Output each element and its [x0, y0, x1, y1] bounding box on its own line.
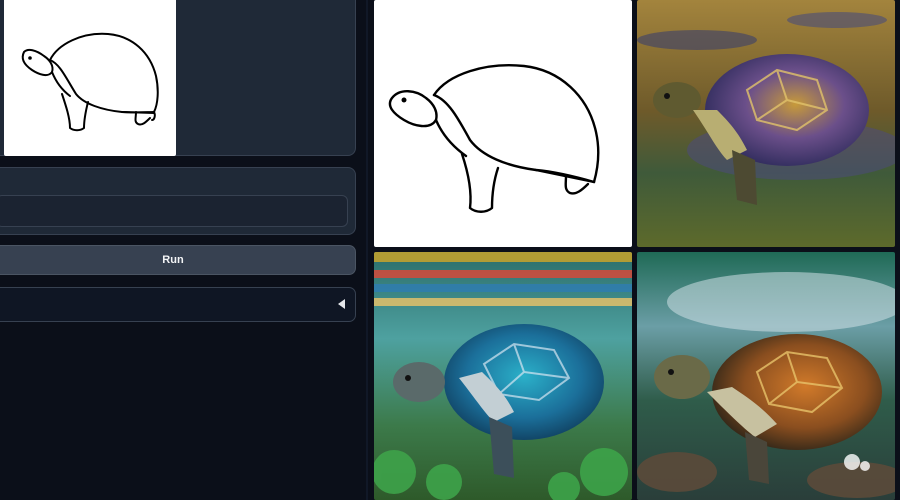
- turtle-photo-image: [637, 252, 895, 500]
- advanced-options-accordion[interactable]: [0, 287, 356, 322]
- run-button[interactable]: Run: [0, 245, 356, 275]
- gallery-tile-water-turtle[interactable]: [637, 0, 895, 247]
- turtle-photo-image: [374, 252, 632, 500]
- turtle-sketch-icon: [21, 32, 159, 132]
- sketch-canvas[interactable]: [4, 0, 176, 156]
- gallery-tile-underwater-turtle[interactable]: [374, 252, 632, 500]
- gallery-tile-rocks-turtle[interactable]: [637, 252, 895, 500]
- controls-column: Run: [0, 0, 366, 500]
- turtle-photo-image: [637, 0, 895, 247]
- chevron-left-icon[interactable]: [338, 299, 345, 309]
- prompt-input[interactable]: [0, 195, 348, 227]
- output-gallery: [368, 0, 900, 500]
- turtle-sketch-icon: [388, 64, 600, 213]
- gallery-tile-sketch[interactable]: [374, 0, 632, 247]
